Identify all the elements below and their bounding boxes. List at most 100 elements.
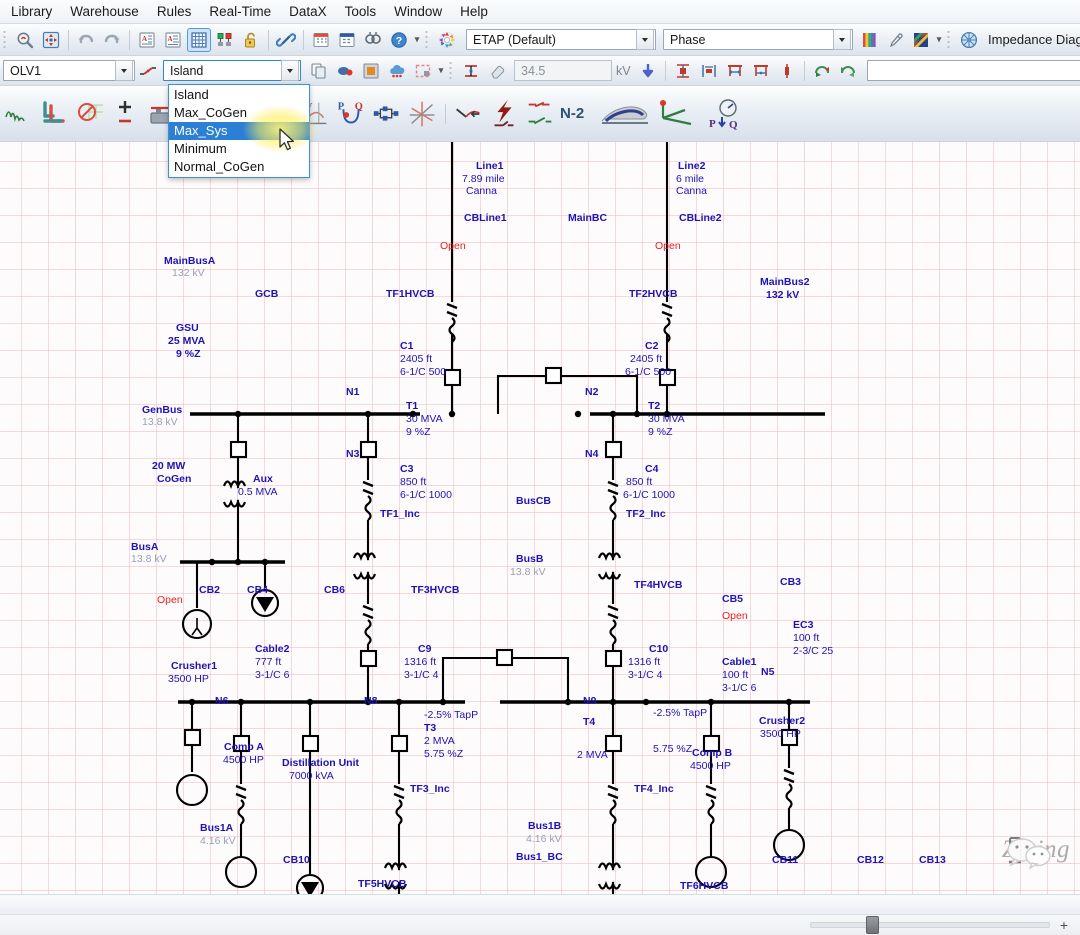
pq-curve-icon[interactable]: P Q xyxy=(334,94,368,134)
contingency-icon[interactable] xyxy=(523,94,557,134)
rotate-right-icon[interactable] xyxy=(836,59,860,83)
label-c2[interactable]: C2 xyxy=(645,340,658,353)
label-cogen[interactable]: CoGen xyxy=(157,473,191,486)
duplicate-icon[interactable] xyxy=(307,59,331,83)
vertical-pin-icon[interactable] xyxy=(775,59,799,83)
eraser-icon[interactable] xyxy=(485,59,509,83)
menu-item-window[interactable]: Window xyxy=(385,1,451,22)
rainbow-theme-icon[interactable] xyxy=(909,28,933,52)
label-tf2-inc[interactable]: TF2_Inc xyxy=(626,508,666,521)
align-icon[interactable] xyxy=(671,59,695,83)
label-cb11[interactable]: CB11 xyxy=(772,854,798,867)
dashed-box-icon[interactable] xyxy=(411,59,435,83)
label-c4[interactable]: C4 xyxy=(645,463,658,476)
report-editor-icon[interactable]: A xyxy=(161,28,185,52)
label-cb4[interactable]: CB4 xyxy=(247,584,268,597)
label-cbline2[interactable]: CBLine2 xyxy=(679,212,722,225)
label-t3[interactable]: T3 xyxy=(424,722,436,735)
label-tf3hvcb[interactable]: TF3HVCB xyxy=(411,584,459,597)
dropdown-option-island[interactable]: Island xyxy=(169,86,309,104)
toolbar-grip[interactable] xyxy=(947,30,953,50)
dropdown-option-max-sys[interactable]: Max_Sys xyxy=(169,122,309,140)
transient-stability-icon[interactable] xyxy=(1,94,35,134)
unbalanced-load-flow-icon[interactable] xyxy=(73,94,107,134)
train-traction-icon[interactable] xyxy=(596,94,652,134)
one-line-diagram-canvas[interactable]: Line1 7.89 mile Canna Line2 6 mile Canna… xyxy=(0,142,1080,894)
arc-flash-icon[interactable] xyxy=(487,94,521,134)
link-icon[interactable] xyxy=(274,28,298,52)
label-mainbus2[interactable]: MainBus2 xyxy=(760,276,810,289)
nominal-voltage-field[interactable]: 34.5 xyxy=(514,60,612,81)
toolbar-grip[interactable] xyxy=(449,61,455,81)
network-globe-icon[interactable] xyxy=(957,28,981,52)
label-tf2hvcb[interactable]: TF2HVCB xyxy=(629,288,677,301)
eyedropper-icon[interactable] xyxy=(883,28,907,52)
grid-toggle-icon[interactable] xyxy=(187,28,211,52)
chevron-down-icon[interactable] xyxy=(281,60,299,81)
toolbar-grip[interactable] xyxy=(3,30,9,50)
label-tf1hvcb[interactable]: TF1HVCB xyxy=(386,288,434,301)
label-cable1[interactable]: Cable1 xyxy=(722,656,756,669)
label-busa[interactable]: BusA xyxy=(131,541,158,554)
bus-nav-icon[interactable] xyxy=(459,59,483,83)
reliability-icon[interactable] xyxy=(370,94,404,134)
menu-item-real-time[interactable]: Real-Time xyxy=(200,1,280,22)
label-cbline1[interactable]: CBLine1 xyxy=(464,212,507,225)
distribute-icon[interactable] xyxy=(697,59,721,83)
find-icon[interactable] xyxy=(361,28,385,52)
label-buscb[interactable]: BusCB xyxy=(516,495,551,508)
settings-gear-icon[interactable] xyxy=(435,28,459,52)
single-line-toggle-icon[interactable] xyxy=(136,59,160,83)
calendar-icon[interactable] xyxy=(309,28,333,52)
dropdown-option-minimum[interactable]: Minimum xyxy=(169,140,309,158)
zoom-select-icon[interactable] xyxy=(13,28,37,52)
label-tf1-inc[interactable]: TF1_Inc xyxy=(380,508,420,521)
label-tf4-inc[interactable]: TF4_Inc xyxy=(634,783,674,796)
one-line-view-selector[interactable]: OLV1 xyxy=(3,60,135,81)
label-comp-b[interactable]: Comp B xyxy=(692,747,732,760)
undo-icon[interactable] xyxy=(74,28,98,52)
down-arrow-icon[interactable] xyxy=(636,59,660,83)
label-gsu[interactable]: GSU xyxy=(176,322,199,335)
label-cb12[interactable]: CB12 xyxy=(857,854,884,867)
label-line2[interactable]: Line2 xyxy=(678,160,705,173)
color-bar-icon[interactable] xyxy=(857,28,881,52)
chevron-down-icon[interactable] xyxy=(833,29,851,50)
label-genbus[interactable]: GenBus xyxy=(142,404,182,417)
label-mainbusa[interactable]: MainBusA xyxy=(164,255,215,268)
label-t4[interactable]: T4 xyxy=(583,716,595,729)
menu-item-library[interactable]: Library xyxy=(2,1,61,22)
zoom-slider-thumb[interactable] xyxy=(866,916,879,934)
unlock-icon[interactable] xyxy=(239,28,263,52)
dropdown-option-max-cogen[interactable]: Max_CoGen xyxy=(169,104,309,122)
label-c3[interactable]: C3 xyxy=(400,463,413,476)
label-comp-a[interactable]: Comp A xyxy=(224,741,264,754)
label-cable2[interactable]: Cable2 xyxy=(255,643,289,656)
label-cb3[interactable]: CB3 xyxy=(780,576,801,589)
dropdown-option-normal-cogen[interactable]: Normal_CoGen xyxy=(169,158,309,176)
zoom-slider[interactable] xyxy=(810,918,1050,932)
zoom-in-button[interactable]: + xyxy=(1060,918,1068,932)
label-cb6[interactable]: CB6 xyxy=(324,584,345,597)
zoom-slider-track[interactable] xyxy=(810,922,1050,928)
menu-item-rules[interactable]: Rules xyxy=(148,1,201,22)
impedance-diagram-label[interactable]: Impedance Diagram xyxy=(988,32,1080,47)
contingency-n2-label[interactable]: N-2 xyxy=(560,105,584,122)
switching-sequence-icon[interactable] xyxy=(451,94,485,134)
label-tf3-inc[interactable]: TF3_Inc xyxy=(410,783,450,796)
label-mainbc[interactable]: MainBC xyxy=(568,212,607,225)
label-distillation[interactable]: Distillation Unit xyxy=(282,757,359,770)
menu-item-datax[interactable]: DataX xyxy=(280,1,336,22)
cable-pulling-icon[interactable] xyxy=(406,94,440,134)
label-busb[interactable]: BusB xyxy=(516,553,543,566)
label-cb5[interactable]: CB5 xyxy=(722,593,743,606)
chevron-down-icon[interactable] xyxy=(636,29,654,50)
label-gcb[interactable]: GCB xyxy=(255,288,278,301)
label-tf6hvcb[interactable]: TF6HVCB xyxy=(680,880,728,893)
menu-item-warehouse[interactable]: Warehouse xyxy=(61,1,148,22)
toolbar-overflow-button[interactable]: ▾ xyxy=(412,29,422,51)
chevron-down-icon[interactable] xyxy=(115,60,133,81)
label-cb2[interactable]: CB2 xyxy=(199,584,220,597)
label-ec3[interactable]: EC3 xyxy=(793,619,813,632)
label-tf5hvcb[interactable]: TF5HVCB xyxy=(358,878,406,891)
